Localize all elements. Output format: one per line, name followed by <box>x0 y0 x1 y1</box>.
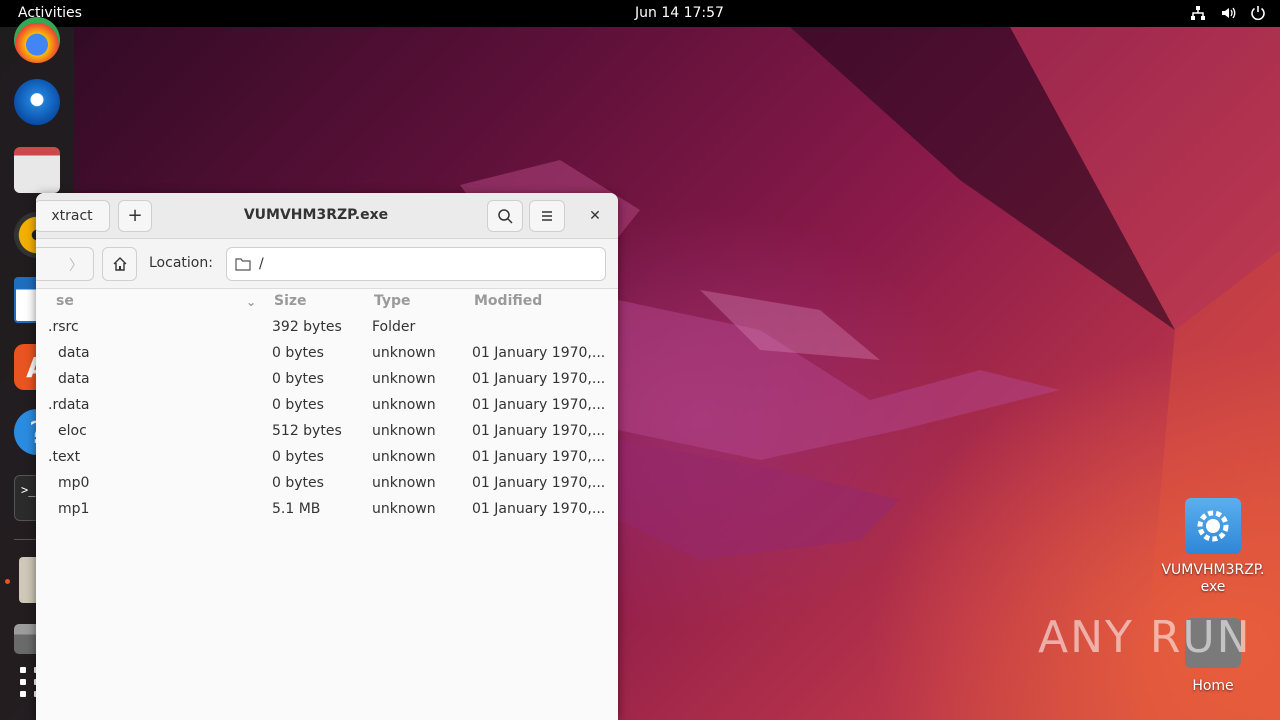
window-title: VUMVHM3RZP.exe <box>243 207 389 223</box>
column-modified[interactable]: Modified <box>474 293 542 309</box>
row-size: 392 bytes <box>272 319 342 335</box>
home-icon <box>113 257 127 271</box>
file-list: .rsrc 392 bytes Folder data 0 bytes unkn… <box>36 315 618 523</box>
close-button[interactable]: ✕ <box>584 205 606 227</box>
nav-back-forward[interactable]: 〉 <box>36 247 94 281</box>
thunderbird-icon[interactable] <box>14 79 60 125</box>
plus-icon: + <box>127 205 143 226</box>
sort-chevron-icon[interactable]: ⌄ <box>246 295 256 309</box>
row-modified: 01 January 1970,... <box>472 397 606 413</box>
archive-manager-window: xtract + VUMVHM3RZP.exe ✕ 〉 Location: / … <box>36 193 618 720</box>
system-tray[interactable] <box>1190 5 1266 21</box>
row-modified: 01 January 1970,... <box>472 449 606 465</box>
row-modified: 01 January 1970,... <box>472 371 606 387</box>
add-files-button[interactable]: + <box>118 200 152 232</box>
clock[interactable]: Jun 14 17:57 <box>635 5 724 21</box>
watermark: ANY RUN <box>1038 612 1252 663</box>
row-type: unknown <box>372 449 436 465</box>
location-field[interactable]: / <box>226 247 606 281</box>
row-name: mp1 <box>58 501 90 517</box>
volume-icon[interactable] <box>1220 5 1236 21</box>
close-icon: ✕ <box>589 208 601 224</box>
location-bar: 〉 Location: / <box>36 239 618 289</box>
row-size: 0 bytes <box>272 345 324 361</box>
table-row[interactable]: data 0 bytes unknown 01 January 1970,... <box>36 367 618 393</box>
row-type: unknown <box>372 475 436 491</box>
hamburger-icon <box>542 211 552 221</box>
extract-label: xtract <box>51 208 93 224</box>
table-row[interactable]: mp1 5.1 MB unknown 01 January 1970,... <box>36 497 618 523</box>
row-modified: 01 January 1970,... <box>472 423 606 439</box>
row-name: mp0 <box>58 475 90 491</box>
column-name[interactable]: se <box>56 293 74 309</box>
row-size: 0 bytes <box>272 449 324 465</box>
running-indicator <box>5 579 10 584</box>
row-name: data <box>58 345 90 361</box>
header-bar: xtract + VUMVHM3RZP.exe ✕ <box>36 193 618 239</box>
table-row[interactable]: mp0 0 bytes unknown 01 January 1970,... <box>36 471 618 497</box>
row-size: 5.1 MB <box>272 501 321 517</box>
row-modified: 01 January 1970,... <box>472 345 606 361</box>
row-name: eloc <box>58 423 87 439</box>
row-size: 0 bytes <box>272 397 324 413</box>
svg-text:>_: >_ <box>21 483 36 497</box>
power-icon[interactable] <box>1250 5 1266 21</box>
menu-button[interactable] <box>529 200 565 232</box>
table-row[interactable]: .rdata 0 bytes unknown 01 January 1970,.… <box>36 393 618 419</box>
desktop-icon-exe[interactable]: VUMVHM3RZP. exe <box>1158 498 1268 596</box>
chrome-icon[interactable] <box>14 17 60 63</box>
row-name: .rsrc <box>48 319 79 335</box>
row-type: unknown <box>372 501 436 517</box>
row-modified: 01 January 1970,... <box>472 501 606 517</box>
table-row[interactable]: data 0 bytes unknown 01 January 1970,... <box>36 341 618 367</box>
row-size: 0 bytes <box>272 475 324 491</box>
table-row[interactable]: .rsrc 392 bytes Folder <box>36 315 618 341</box>
row-type: unknown <box>372 371 436 387</box>
row-modified: 01 January 1970,... <box>472 475 606 491</box>
top-bar: Activities Jun 14 17:57 <box>0 0 1280 27</box>
chevron-right-icon[interactable]: 〉 <box>69 255 83 275</box>
home-button[interactable] <box>102 247 137 281</box>
row-name: .text <box>48 449 81 465</box>
extract-button[interactable]: xtract <box>36 200 110 232</box>
location-label: Location: <box>149 255 213 271</box>
files-icon[interactable] <box>14 147 60 193</box>
folder-icon <box>235 258 251 271</box>
table-row[interactable]: .text 0 bytes unknown 01 January 1970,..… <box>36 445 618 471</box>
column-headers: se ⌄ Size Type Modified <box>36 289 618 315</box>
table-row[interactable]: eloc 512 bytes unknown 01 January 1970,.… <box>36 419 618 445</box>
row-name: data <box>58 371 90 387</box>
gear-icon <box>1185 498 1241 554</box>
row-type: unknown <box>372 345 436 361</box>
row-type: Folder <box>372 319 416 335</box>
column-size[interactable]: Size <box>274 293 307 309</box>
desktop-icon-exe-label: VUMVHM3RZP. exe <box>1161 562 1265 595</box>
search-icon <box>498 209 513 224</box>
location-path: / <box>259 256 264 272</box>
row-name: .rdata <box>48 397 90 413</box>
row-type: unknown <box>372 423 436 439</box>
row-size: 512 bytes <box>272 423 342 439</box>
desktop-icon-home-label: Home <box>1192 678 1234 694</box>
row-type: unknown <box>372 397 436 413</box>
network-icon[interactable] <box>1190 5 1206 21</box>
column-type[interactable]: Type <box>374 293 411 309</box>
row-size: 0 bytes <box>272 371 324 387</box>
search-button[interactable] <box>487 200 523 232</box>
